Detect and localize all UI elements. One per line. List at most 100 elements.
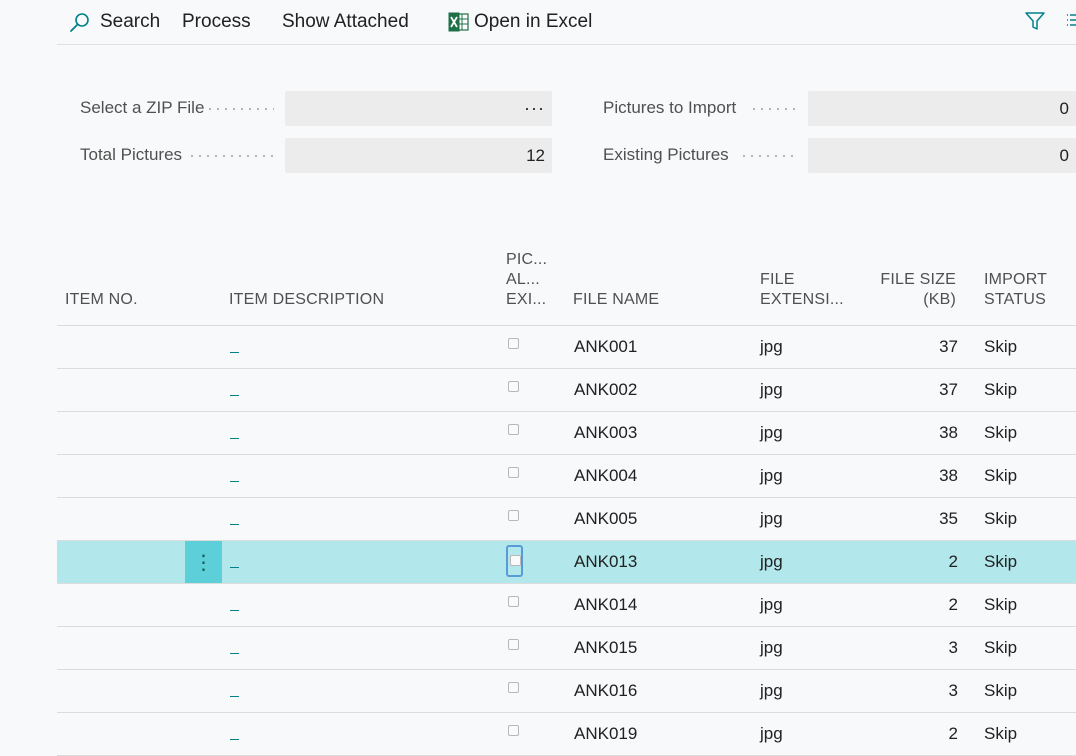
picture-exists-checkbox[interactable]: [508, 381, 519, 392]
total-pictures-value: 12: [526, 145, 545, 165]
picture-exists-checkbox[interactable]: [508, 596, 519, 607]
file-name-cell: ANK014: [574, 595, 638, 614]
item-description-lookup[interactable]: [230, 653, 239, 654]
file-name-cell: ANK002: [574, 380, 638, 399]
file-extension-cell: jpg: [760, 724, 783, 743]
item-description-lookup[interactable]: [230, 438, 239, 439]
more-vertical-icon: ⋮: [193, 551, 214, 574]
file-size-cell: 38: [939, 423, 958, 442]
process-button[interactable]: Process: [182, 8, 251, 36]
table-row[interactable]: ANK003 jpg 38 Skip: [57, 412, 1076, 455]
file-name-cell: ANK004: [574, 466, 638, 485]
file-extension-cell: jpg: [760, 380, 783, 399]
file-name-cell: ANK005: [574, 509, 638, 528]
open-in-excel-button[interactable]: Open in Excel: [448, 8, 592, 36]
search-button[interactable]: Search: [69, 8, 160, 36]
table-row[interactable]: ANK015 jpg 3 Skip: [57, 627, 1076, 670]
header-line: STATUS: [984, 291, 1046, 308]
file-name-cell: ANK013: [574, 552, 638, 571]
leader-dots: [206, 108, 274, 110]
picture-exists-checkbox[interactable]: [508, 639, 519, 650]
import-status-cell: Skip: [984, 337, 1018, 356]
file-extension-cell: jpg: [760, 595, 783, 614]
zip-file-label: Select a ZIP File: [80, 98, 205, 117]
header-item-no[interactable]: ITEM NO.: [65, 290, 138, 310]
header-line: IMPORT: [984, 271, 1048, 288]
zip-file-field[interactable]: ···: [285, 91, 552, 126]
header-line: EXTENSI...: [760, 291, 844, 308]
item-description-lookup[interactable]: [230, 739, 239, 740]
header-line: EXI...: [506, 291, 547, 308]
file-size-cell: 2: [948, 724, 958, 743]
file-size-cell: 2: [948, 595, 958, 614]
file-size-cell: 2: [948, 552, 958, 571]
pictures-to-import-field: 0: [808, 91, 1076, 126]
filter-button[interactable]: [1024, 10, 1046, 32]
total-pictures-label: Total Pictures: [80, 145, 183, 164]
import-status-cell: Skip: [984, 423, 1018, 442]
excel-icon: [448, 12, 469, 32]
leader-dots: [750, 108, 798, 110]
list-icon: [1067, 14, 1076, 26]
table-row[interactable]: ANK016 jpg 3 Skip: [57, 670, 1076, 713]
item-description-lookup[interactable]: [230, 696, 239, 697]
file-name-cell: ANK019: [574, 724, 638, 743]
file-extension-cell: jpg: [760, 681, 783, 700]
table-row[interactable]: ANK005 jpg 35 Skip: [57, 498, 1076, 541]
table-row[interactable]: ANK014 jpg 2 Skip: [57, 584, 1076, 627]
import-status-cell: Skip: [984, 466, 1018, 485]
item-description-lookup[interactable]: [230, 395, 239, 396]
search-label: Search: [100, 11, 161, 32]
picture-exists-checkbox[interactable]: [508, 510, 519, 521]
header-picture-already-exists[interactable]: PIC... AL... EXI...: [506, 250, 547, 310]
file-extension-cell: jpg: [760, 552, 783, 571]
header-line: (KB): [923, 291, 956, 308]
picture-exists-checkbox[interactable]: [508, 424, 519, 435]
header-line: FILE: [760, 271, 795, 288]
process-label: Process: [182, 11, 251, 32]
file-size-cell: 3: [948, 638, 958, 657]
table-row[interactable]: ANK004 jpg 38 Skip: [57, 455, 1076, 498]
item-description-lookup[interactable]: [230, 567, 239, 568]
leader-dots: [188, 155, 274, 157]
picture-exists-checkbox[interactable]: [508, 725, 519, 736]
show-attached-button[interactable]: Show Attached: [282, 8, 409, 36]
file-extension-cell: jpg: [760, 466, 783, 485]
item-description-lookup[interactable]: [230, 352, 239, 353]
file-size-cell: 37: [939, 380, 958, 399]
table-row[interactable]: ANK019 jpg 2 Skip: [57, 713, 1076, 756]
table-row[interactable]: ANK002 jpg 37 Skip: [57, 369, 1076, 412]
pictures-table: ITEM NO. ITEM DESCRIPTION PIC... AL... E…: [57, 240, 1076, 756]
picture-exists-checkbox[interactable]: [508, 682, 519, 693]
item-description-lookup[interactable]: [230, 610, 239, 611]
file-size-cell: 3: [948, 681, 958, 700]
item-description-lookup[interactable]: [230, 481, 239, 482]
table-row[interactable]: ANK001 jpg 37 Skip: [57, 326, 1076, 369]
picture-exists-checkbox[interactable]: [508, 338, 519, 349]
picture-exists-checkbox[interactable]: [508, 467, 519, 478]
table-row[interactable]: ⋮ ANK013 jpg 2 Skip: [57, 541, 1076, 584]
header-file-name[interactable]: FILE NAME: [573, 290, 659, 310]
list-view-button[interactable]: [1065, 12, 1076, 30]
assist-edit-button[interactable]: ···: [524, 98, 545, 119]
header-file-extension[interactable]: FILE EXTENSI...: [760, 270, 844, 310]
picture-exists-checkbox[interactable]: [506, 545, 523, 577]
header-item-description[interactable]: ITEM DESCRIPTION: [229, 290, 384, 310]
header-file-size[interactable]: FILE SIZE (KB): [875, 270, 956, 310]
total-pictures-field: 12: [285, 138, 552, 173]
row-actions-button[interactable]: ⋮: [185, 541, 222, 583]
header-import-status[interactable]: IMPORT STATUS: [984, 270, 1047, 310]
file-name-cell: ANK001: [574, 337, 638, 356]
file-extension-cell: jpg: [760, 337, 783, 356]
item-description-lookup[interactable]: [230, 524, 239, 525]
pictures-to-import-value: 0: [1059, 98, 1069, 118]
existing-pictures-label: Existing Pictures: [603, 145, 729, 164]
import-status-cell: Skip: [984, 724, 1018, 743]
header-line: FILE SIZE: [880, 271, 956, 288]
import-status-cell: Skip: [984, 552, 1018, 571]
existing-pictures-field: 0: [808, 138, 1076, 173]
header-line: PIC...: [506, 251, 548, 268]
file-extension-cell: jpg: [760, 638, 783, 657]
import-status-cell: Skip: [984, 509, 1018, 528]
file-extension-cell: jpg: [760, 423, 783, 442]
